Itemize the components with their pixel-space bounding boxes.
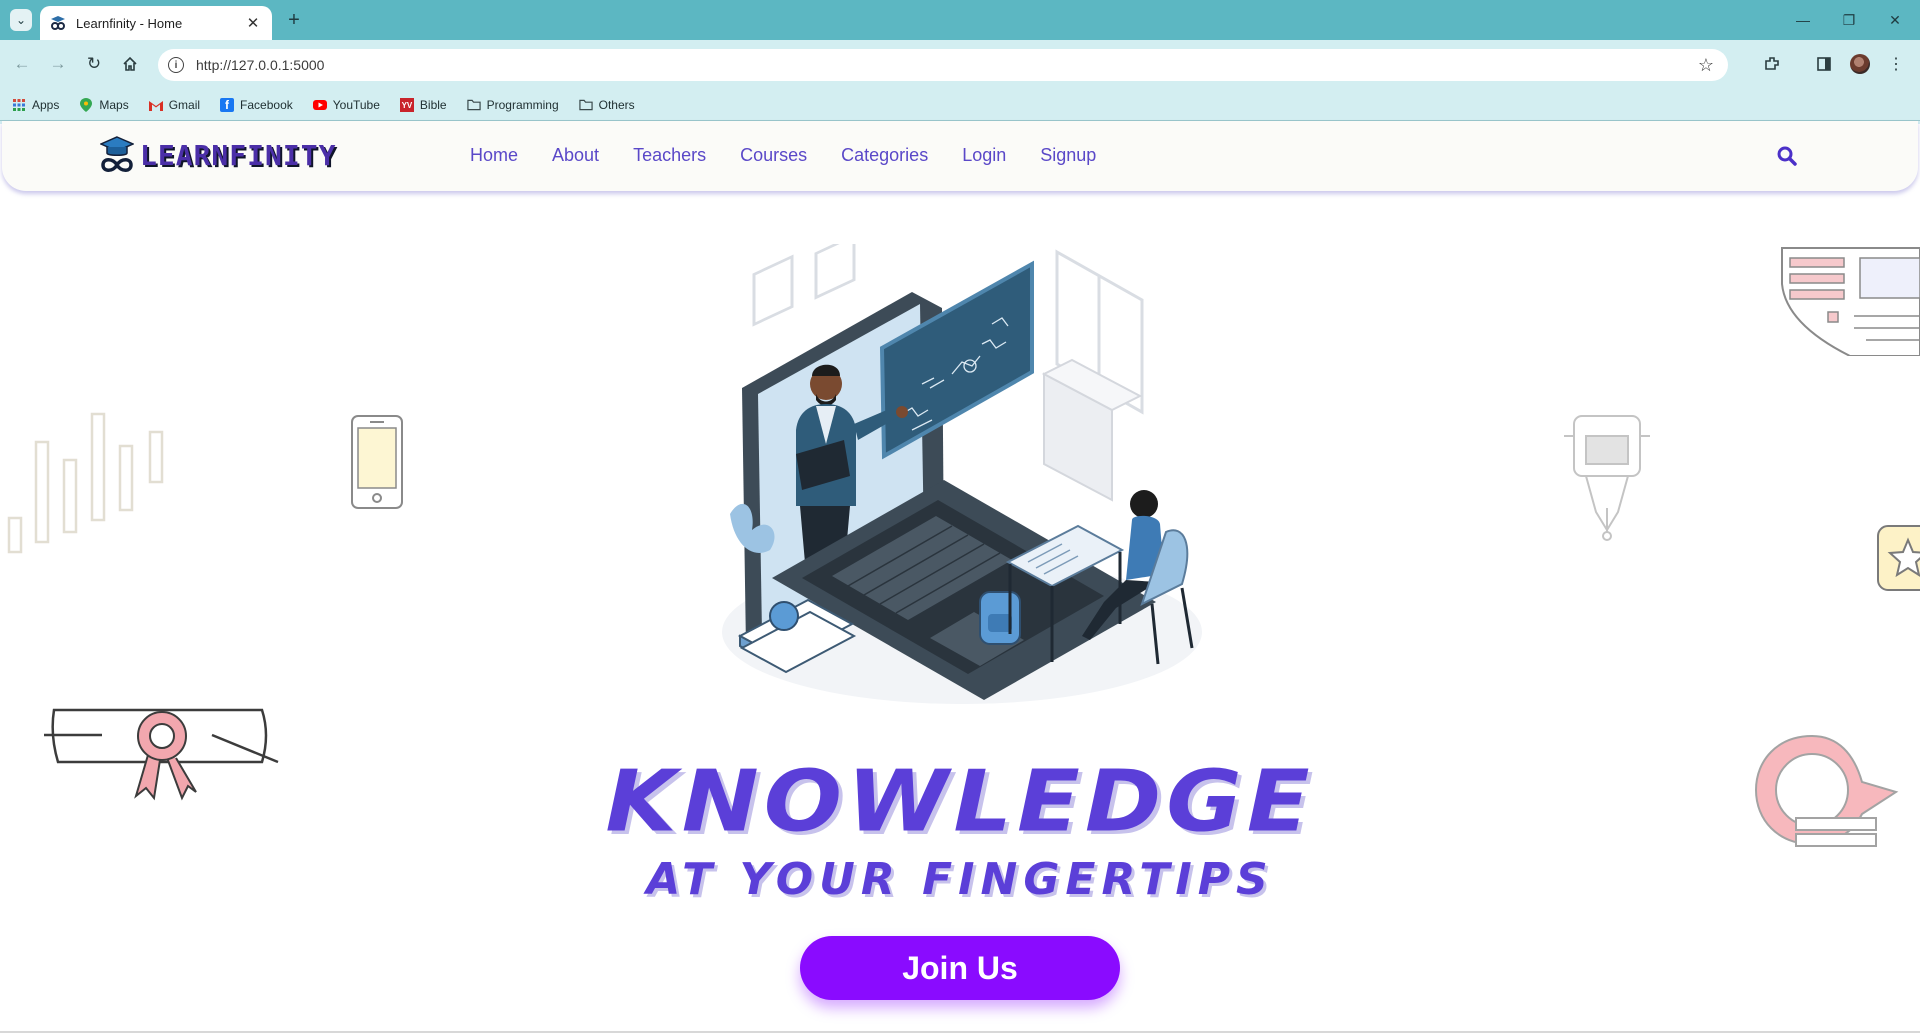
bookmark-label: Facebook [240, 98, 293, 112]
site-logo[interactable]: LEARNFINITY [100, 135, 336, 175]
web-document-doodle-icon [1781, 247, 1920, 356]
bar-chart-doodle-icon [7, 412, 164, 554]
folder-icon [578, 98, 593, 112]
facebook-icon: f [220, 98, 235, 112]
nav-signup[interactable]: Signup [1040, 145, 1096, 166]
subheadline-text: AT YOUR FINGERTIPS [646, 854, 1274, 905]
bookmark-label: Bible [419, 98, 447, 112]
search-icon[interactable] [1776, 145, 1798, 167]
browser-tab-bar: ⌄ Learnfinity - Home ✕ + — ❐ ✕ [0, 0, 1920, 40]
nav-about[interactable]: About [552, 145, 599, 166]
hero-subheadline: AT YOUR FINGERTIPS [0, 854, 1920, 905]
bookmark-youtube[interactable]: YouTube [312, 98, 380, 112]
close-window-icon[interactable]: ✕ [1872, 0, 1918, 40]
bookmark-label: Apps [32, 98, 60, 112]
profile-avatar[interactable] [1846, 50, 1874, 78]
address-bar[interactable]: i http://127.0.0.1:5000 ☆ [158, 49, 1728, 81]
star-badge-icon [1877, 525, 1920, 591]
nav-courses[interactable]: Courses [740, 145, 807, 166]
logo-text: LEARNFINITY [140, 138, 337, 172]
graduation-cap-infinity-icon [100, 136, 134, 172]
restore-icon[interactable]: ❐ [1826, 0, 1872, 40]
nav-login[interactable]: Login [962, 145, 1006, 166]
avatar [1850, 54, 1870, 74]
nav-teachers[interactable]: Teachers [633, 145, 706, 166]
bookmark-label: YouTube [332, 98, 380, 112]
browser-tab[interactable]: Learnfinity - Home ✕ [40, 6, 272, 40]
gmail-icon [148, 98, 163, 112]
bookmark-facebook[interactable]: f Facebook [220, 98, 293, 112]
new-tab-icon[interactable]: + [282, 8, 306, 32]
bookmark-maps[interactable]: Maps [79, 98, 129, 112]
bookmarks-bar: Apps Maps Gmail f Facebook YouTube YV Bi… [0, 90, 1920, 120]
tab-search-icon[interactable]: ⌄ [10, 9, 32, 31]
bookmark-label: Programming [486, 98, 559, 112]
site-info-icon[interactable]: i [168, 57, 184, 73]
bible-icon: YV [399, 98, 414, 112]
forward-icon[interactable]: → [44, 50, 72, 78]
bookmark-star-icon[interactable]: ☆ [1698, 55, 1714, 76]
maps-pin-icon [79, 98, 93, 112]
minimize-icon[interactable]: — [1780, 0, 1826, 40]
url-text[interactable]: http://127.0.0.1:5000 [196, 57, 1698, 73]
side-panel-icon[interactable] [1810, 50, 1838, 78]
extensions-icon[interactable] [1758, 50, 1786, 78]
join-us-button[interactable]: Join Us [800, 936, 1120, 1000]
folder-icon [466, 98, 481, 112]
bookmark-label: Maps [99, 98, 129, 112]
smartphone-doodle-icon [351, 415, 403, 509]
apps-grid-icon [12, 98, 26, 112]
nav-categories[interactable]: Categories [841, 145, 928, 166]
bookmark-gmail[interactable]: Gmail [148, 98, 201, 112]
back-icon[interactable]: ← [8, 50, 36, 78]
fountain-pen-nib-icon [1564, 415, 1650, 541]
headline-text: KNOWLEDGE [605, 752, 1315, 851]
learnfinity-favicon-icon [51, 16, 65, 30]
bookmark-label: Others [598, 98, 635, 112]
bookmark-label: Gmail [168, 98, 201, 112]
browser-toolbar: ← → ↻ i http://127.0.0.1:5000 ☆ ⋮ Apps M… [0, 40, 1920, 124]
online-learning-illustration [722, 244, 1202, 704]
home-icon[interactable] [116, 50, 144, 78]
youtube-icon [312, 98, 327, 112]
bookmark-apps[interactable]: Apps [12, 98, 59, 112]
reload-icon[interactable]: ↻ [80, 50, 108, 78]
hero-headline: KNOWLEDGE [0, 748, 1920, 855]
nav-home[interactable]: Home [470, 145, 518, 166]
bookmark-folder-others[interactable]: Others [578, 98, 635, 112]
main-nav: Home About Teachers Courses Categories L… [470, 145, 1130, 166]
tab-close-icon[interactable]: ✕ [244, 14, 262, 32]
browser-menu-icon[interactable]: ⋮ [1882, 50, 1910, 78]
bookmark-bible[interactable]: YV Bible [399, 98, 447, 112]
bookmark-folder-programming[interactable]: Programming [466, 98, 559, 112]
tab-title: Learnfinity - Home [76, 15, 183, 31]
site-header: LEARNFINITY Home About Teachers Courses … [2, 121, 1918, 191]
